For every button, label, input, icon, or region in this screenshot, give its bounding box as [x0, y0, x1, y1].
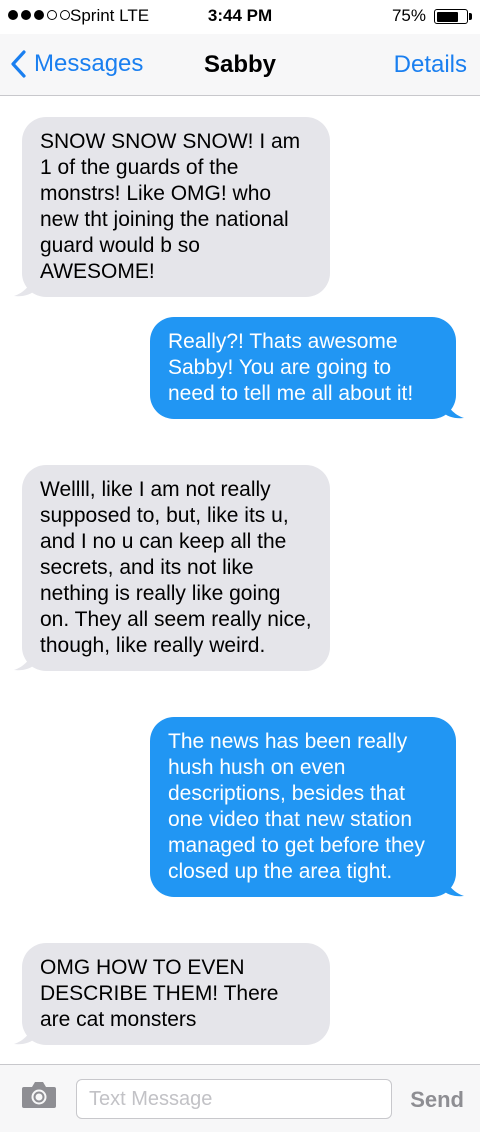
bubble-tail	[14, 1023, 36, 1045]
battery-icon	[434, 9, 468, 24]
send-button[interactable]: Send	[410, 1087, 464, 1113]
status-bar: Sprint LTE 3:44 PM 75%	[0, 0, 480, 34]
bubble-tail	[442, 397, 464, 419]
message-bubble-sent: Really?! Thats awesome Sabby! You are go…	[150, 317, 464, 419]
messages-screen: Sprint LTE 3:44 PM 75% Messages Sabby De…	[0, 0, 480, 1132]
message-text: The news has been really hush hush on ev…	[168, 730, 425, 883]
chevron-left-icon	[11, 50, 26, 78]
back-to-messages-button[interactable]: Messages	[10, 46, 143, 82]
bubble-tail	[14, 275, 36, 297]
message-input-bar: Send	[0, 1064, 480, 1132]
back-label: Messages	[34, 50, 144, 77]
bubble-tail	[14, 649, 36, 671]
camera-icon	[22, 1082, 56, 1108]
message-text-input[interactable]	[76, 1079, 392, 1119]
message-bubble-received: Wellll, like I am not really supposed to…	[14, 465, 330, 671]
message-text: Really?! Thats awesome Sabby! You are go…	[168, 330, 414, 405]
message-text: Wellll, like I am not really supposed to…	[40, 478, 312, 657]
message-text: SNOW SNOW SNOW! I am 1 of the guards of …	[40, 130, 301, 283]
camera-button[interactable]	[20, 1080, 58, 1110]
message-bubble-received: OMG HOW TO EVEN DESCRIBE THEM! There are…	[14, 943, 330, 1045]
message-bubble-sent: The news has been really hush hush on ev…	[150, 717, 464, 897]
message-text: OMG HOW TO EVEN DESCRIBE THEM! There are…	[40, 956, 279, 1031]
details-button[interactable]: Details	[394, 51, 467, 79]
battery-percentage: 75%	[391, 6, 426, 25]
message-bubble-received: SNOW SNOW SNOW! I am 1 of the guards of …	[14, 117, 330, 297]
bubble-tail	[442, 875, 464, 897]
message-thread[interactable]: SNOW SNOW SNOW! I am 1 of the guards of …	[0, 96, 480, 1064]
battery-tip	[469, 13, 472, 20]
navigation-bar: Messages Sabby Details	[0, 34, 480, 96]
